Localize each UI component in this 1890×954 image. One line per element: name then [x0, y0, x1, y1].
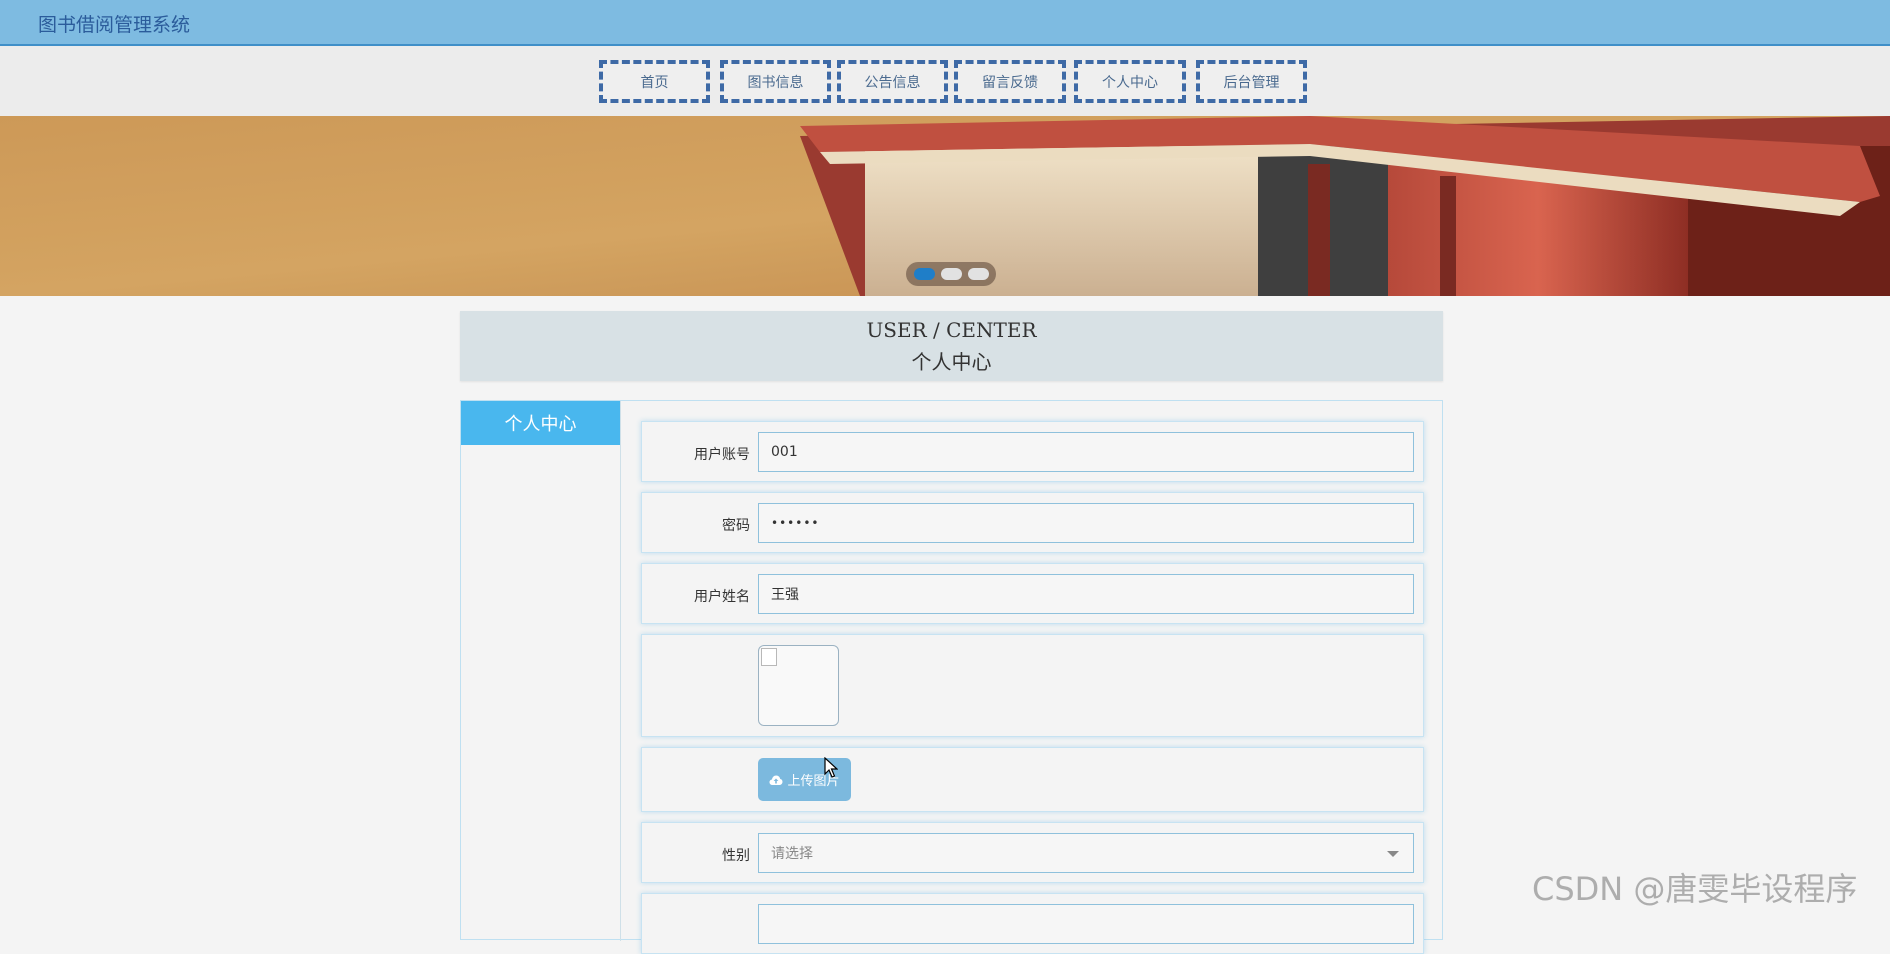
- user-center-panel: 个人中心 用户账号 001 密码 •••••• 用户姓名 王强 上传图片 性别: [460, 400, 1443, 954]
- nav-home[interactable]: 首页: [599, 60, 710, 103]
- form-row-gender: 性别 请选择: [641, 822, 1424, 883]
- form-row-upload: 上传图片: [641, 747, 1424, 812]
- account-input[interactable]: 001: [758, 432, 1414, 472]
- carousel-dot-2[interactable]: [940, 268, 962, 280]
- cloud-upload-icon: [769, 775, 783, 785]
- section-title-en: USER / CENTER: [866, 318, 1037, 342]
- next-input[interactable]: [758, 904, 1414, 944]
- section-title-zh: 个人中心: [911, 350, 992, 374]
- avatar-preview[interactable]: [758, 645, 839, 726]
- gender-label: 性别: [722, 848, 750, 864]
- name-input[interactable]: 王强: [758, 574, 1414, 614]
- carousel-dot-1[interactable]: [913, 268, 935, 280]
- nav-user-center[interactable]: 个人中心: [1074, 60, 1186, 103]
- form-row-name: 用户姓名 王强: [641, 563, 1424, 624]
- broken-image-icon: [761, 648, 777, 666]
- chevron-down-icon: [1387, 851, 1399, 857]
- top-bar: 图书借阅管理系统: [0, 0, 1890, 46]
- carousel-indicators: [906, 262, 996, 286]
- nav-admin[interactable]: 后台管理: [1196, 60, 1307, 103]
- sidebar: 个人中心: [461, 401, 621, 941]
- form-row-next: [641, 893, 1424, 954]
- password-label: 密码: [722, 518, 750, 534]
- sidebar-item-user-center[interactable]: 个人中心: [461, 401, 620, 445]
- watermark: CSDN @唐雯毕设程序: [1532, 870, 1858, 908]
- main-nav: 首页 图书信息 公告信息 留言反馈 个人中心 后台管理: [0, 46, 1890, 116]
- name-label: 用户姓名: [694, 589, 750, 605]
- carousel-dot-3[interactable]: [967, 268, 989, 280]
- nav-books[interactable]: 图书信息: [720, 60, 831, 103]
- section-header: USER / CENTER 个人中心: [460, 311, 1443, 381]
- mouse-cursor-icon: [824, 757, 838, 778]
- form-row-avatar: [641, 634, 1424, 737]
- nav-feedback[interactable]: 留言反馈: [954, 60, 1066, 103]
- password-input[interactable]: ••••••: [758, 503, 1414, 543]
- nav-notices[interactable]: 公告信息: [837, 60, 948, 103]
- gender-select[interactable]: 请选择: [758, 833, 1414, 873]
- account-label: 用户账号: [694, 447, 750, 463]
- form-row-password: 密码 ••••••: [641, 492, 1424, 553]
- banner-carousel[interactable]: [0, 116, 1890, 296]
- gender-placeholder: 请选择: [771, 846, 813, 862]
- app-title: 图书借阅管理系统: [38, 14, 191, 36]
- form-row-account: 用户账号 001: [641, 421, 1424, 482]
